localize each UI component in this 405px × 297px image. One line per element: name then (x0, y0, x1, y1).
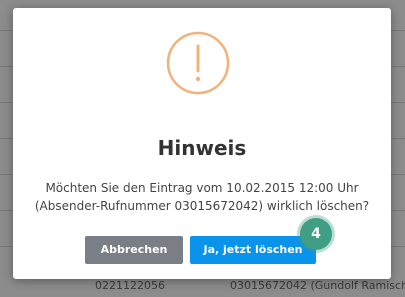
confirm-delete-dialog: Hinweis Möchten Sie den Eintrag vom 10.0… (13, 8, 391, 279)
cancel-button[interactable]: Abbrechen (85, 236, 183, 264)
dialog-message: Möchten Sie den Eintrag vom 10.02.2015 1… (23, 179, 381, 215)
dialog-message-line: Möchten Sie den Eintrag vom 10.02.2015 1… (45, 181, 359, 195)
dialog-message-line: (Absender-Rufnummer 03015672042) wirklic… (34, 199, 370, 213)
confirm-delete-button[interactable]: Ja, jetzt löschen (190, 236, 316, 264)
dialog-title: Hinweis (157, 136, 247, 160)
exclamation-circle-icon (166, 31, 230, 95)
step-badge: 4 (300, 218, 332, 250)
